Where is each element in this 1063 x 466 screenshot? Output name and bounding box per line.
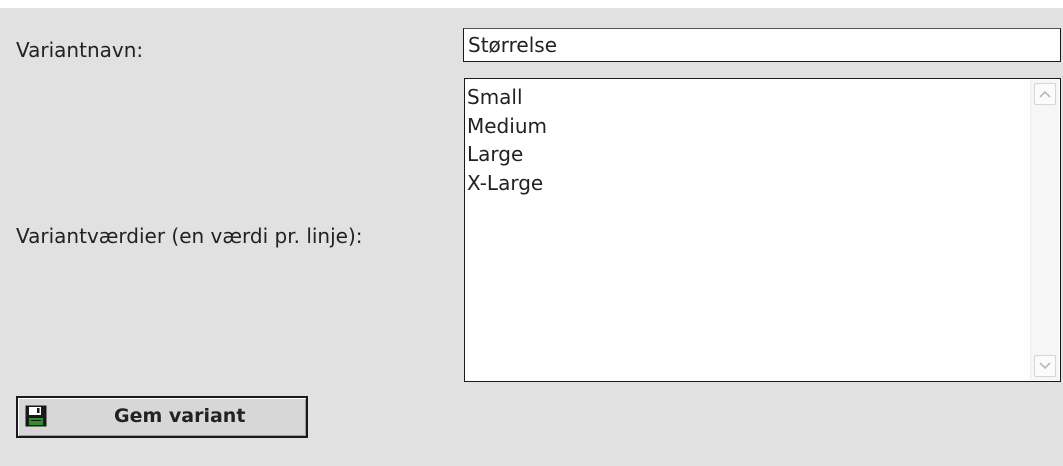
scroll-up-button[interactable]: [1034, 83, 1056, 105]
variant-values-content[interactable]: Small Medium Large X-Large: [467, 83, 547, 197]
variant-value-line: X-Large: [467, 170, 544, 195]
variant-value-line: Medium: [467, 113, 547, 138]
textarea-scrollbar[interactable]: [1030, 80, 1059, 380]
chevron-down-icon: [1039, 362, 1051, 370]
save-variant-button[interactable]: Gem variant: [16, 396, 308, 438]
scroll-down-button[interactable]: [1034, 355, 1056, 377]
variant-values-textarea[interactable]: Small Medium Large X-Large: [464, 78, 1061, 382]
variant-name-input[interactable]: [463, 28, 1061, 62]
variant-value-line: Large: [467, 142, 524, 166]
save-variant-label: Gem variant: [114, 405, 246, 427]
variant-values-label: Variantværdier (en værdi pr. linje):: [16, 224, 363, 248]
chevron-up-icon: [1039, 90, 1051, 98]
variant-form-panel: Variantnavn: Variantværdier (en værdi pr…: [0, 8, 1063, 466]
variant-name-label: Variantnavn:: [16, 38, 144, 62]
variant-value-line: Small: [467, 85, 523, 109]
floppy-disk-icon: [25, 405, 47, 427]
